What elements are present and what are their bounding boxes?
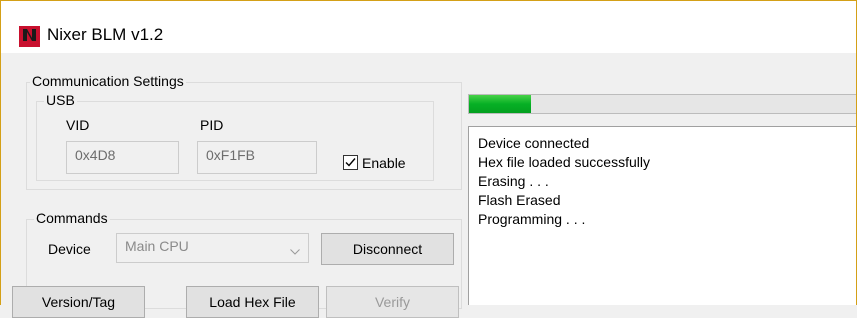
log-line: Erasing . . . [478, 173, 549, 189]
communication-settings-label: Communication Settings [30, 73, 186, 89]
verify-button[interactable]: Verify [326, 286, 459, 318]
log-line: Programming . . . [478, 211, 586, 227]
nixer-logo-icon [19, 26, 40, 47]
usb-group-label: USB [44, 92, 77, 108]
disconnect-button[interactable]: Disconnect [321, 233, 454, 265]
window-title: Nixer BLM v1.2 [47, 25, 164, 44]
enable-label[interactable]: Enable [362, 155, 406, 171]
status-log[interactable]: Device connected Hex file loaded successf… [468, 126, 857, 305]
log-line: Flash Erased [478, 192, 561, 208]
load-hex-file-button[interactable]: Load Hex File [186, 286, 319, 318]
chevron-down-icon [290, 242, 300, 258]
device-select[interactable]: Main CPU [116, 233, 309, 263]
enable-checkbox[interactable] [343, 155, 358, 170]
vid-field[interactable]: 0x4D8 [66, 141, 179, 174]
vid-label: VID [66, 117, 90, 133]
pid-label: PID [200, 117, 224, 133]
commands-group-label: Commands [34, 210, 110, 226]
version-tag-button[interactable]: Version/Tag [12, 286, 145, 318]
progress-bar-fill [469, 95, 531, 113]
pid-field[interactable]: 0xF1FB [197, 141, 317, 174]
device-label: Device [48, 241, 91, 257]
log-line: Hex file loaded successfully [478, 154, 650, 170]
log-line: Device connected [478, 135, 590, 151]
title-bar[interactable]: Nixer BLM v1.2 [1, 1, 856, 53]
checkmark-icon [345, 158, 356, 167]
progress-bar [468, 94, 857, 114]
device-select-value: Main CPU [125, 238, 189, 254]
